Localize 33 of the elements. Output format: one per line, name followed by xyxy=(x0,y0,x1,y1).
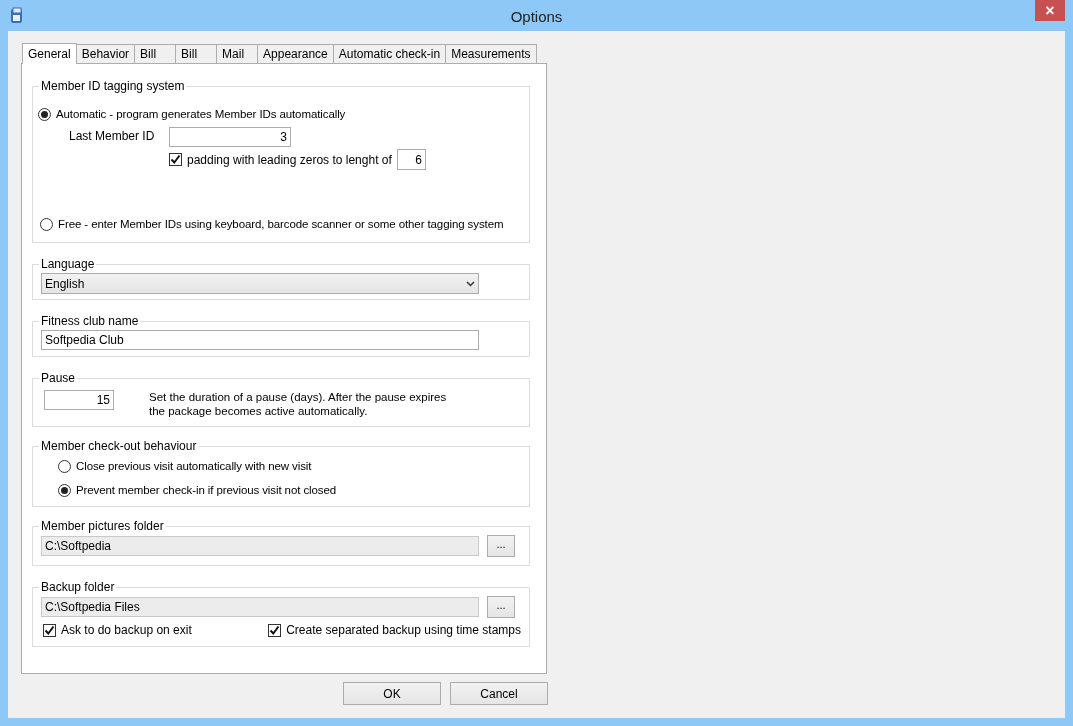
folder-field[interactable]: C:\Softpedia Files xyxy=(41,597,479,617)
dialog-button[interactable]: OK xyxy=(343,682,441,705)
field-label: Last Member ID xyxy=(69,128,156,146)
input-field[interactable]: Softpedia Club xyxy=(41,330,479,350)
radio-label: Close previous visit automatically with new visit xyxy=(76,459,312,474)
dropdown-value: English xyxy=(45,275,85,293)
group-label: Fitness club name xyxy=(40,313,140,330)
input-field[interactable]: 15 xyxy=(44,390,114,410)
group-label: Member ID tagging system xyxy=(40,78,186,95)
tab[interactable]: Appearance xyxy=(257,44,334,63)
tab[interactable]: Measurements xyxy=(445,44,537,63)
checkbox-label: padding with leading zeros to lenght of xyxy=(187,151,392,169)
group-label: Language xyxy=(40,256,96,273)
checkbox-label: Ask to do backup on exit xyxy=(61,622,192,639)
checkbox-label: Create separated backup using time stamps xyxy=(286,622,521,639)
radio-label: Free - enter Member IDs using keyboard, barcode scanner or some other tagging system xyxy=(58,217,504,233)
browse-button[interactable]: ... xyxy=(487,535,515,557)
close-button[interactable]: × xyxy=(1035,0,1065,21)
group-label: Member check-out behaviour xyxy=(40,438,198,455)
folder-field[interactable]: C:\Softpedia xyxy=(41,536,479,556)
group-label: Backup folder xyxy=(40,579,116,596)
radio-label: Prevent member check-in if previous visit not closed xyxy=(76,483,337,499)
input-field[interactable]: 6 xyxy=(397,149,426,171)
input-field[interactable]: 3 xyxy=(169,127,291,148)
dialog-button[interactable]: Cancel xyxy=(450,682,548,705)
language-dropdown[interactable]: English xyxy=(41,273,479,294)
window-title: Options xyxy=(510,7,563,27)
radio-label: Automatic - program generates Member IDs automatically xyxy=(56,107,346,122)
browse-button[interactable]: ... xyxy=(487,596,515,618)
group-label: Pause xyxy=(40,370,77,387)
description-text: Set the duration of a pause (days). After the pause expires the package becomes active automatically. xyxy=(149,390,448,418)
group-label: Member pictures folder xyxy=(40,518,165,535)
tab[interactable]: General xyxy=(22,43,77,64)
